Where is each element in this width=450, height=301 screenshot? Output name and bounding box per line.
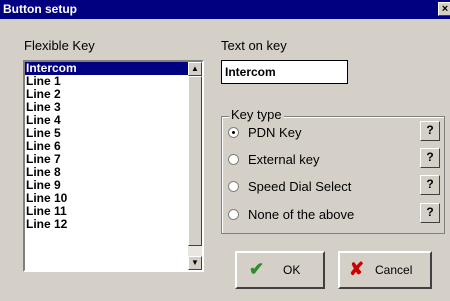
radio-button[interactable] — [228, 209, 239, 220]
help-external-key-button[interactable]: ? — [420, 148, 440, 168]
cancel-label: Cancel — [375, 263, 413, 277]
flexible-key-label: Flexible Key — [24, 38, 95, 53]
radio-button[interactable] — [228, 154, 239, 165]
help-speed-dial-button[interactable]: ? — [420, 175, 440, 195]
window-title: Button setup — [3, 2, 77, 16]
scroll-down-icon[interactable]: ▼ — [188, 256, 202, 270]
scroll-up-icon[interactable]: ▲ — [188, 62, 202, 76]
close-icon[interactable]: × — [438, 2, 450, 16]
radio-label: Speed Dial Select — [248, 179, 352, 194]
help-none-button[interactable]: ? — [420, 203, 440, 223]
cancel-button[interactable]: ✘ Cancel — [338, 251, 432, 289]
flexible-key-listbox[interactable]: Intercom Line 1 Line 2 Line 3 Line 4 Line 5 Li… — [23, 60, 204, 272]
list-item[interactable]: Line 12 — [25, 218, 188, 231]
key-type-legend: Key type — [229, 107, 284, 122]
radio-label: None of the above — [248, 207, 355, 222]
x-icon: ✘ — [349, 259, 365, 279]
title-bar: Button setup × — [0, 0, 450, 19]
text-on-key-input[interactable]: Intercom — [221, 60, 348, 84]
radio-button[interactable] — [228, 127, 239, 138]
text-on-key-label: Text on key — [221, 38, 287, 53]
radio-button[interactable] — [228, 181, 239, 192]
ok-button[interactable]: ✔ OK — [235, 251, 325, 289]
radio-label: External key — [248, 152, 320, 167]
help-pdn-key-button[interactable]: ? — [420, 121, 440, 141]
ok-label: OK — [283, 263, 301, 277]
checkmark-icon: ✔ — [249, 259, 265, 279]
listbox-scrollbar[interactable]: ▲ ▼ — [188, 62, 202, 270]
radio-label: PDN Key — [248, 125, 302, 140]
scroll-thumb[interactable] — [188, 76, 202, 246]
flexible-key-items: Intercom Line 1 Line 2 Line 3 Line 4 Line 5 Li… — [25, 62, 188, 231]
